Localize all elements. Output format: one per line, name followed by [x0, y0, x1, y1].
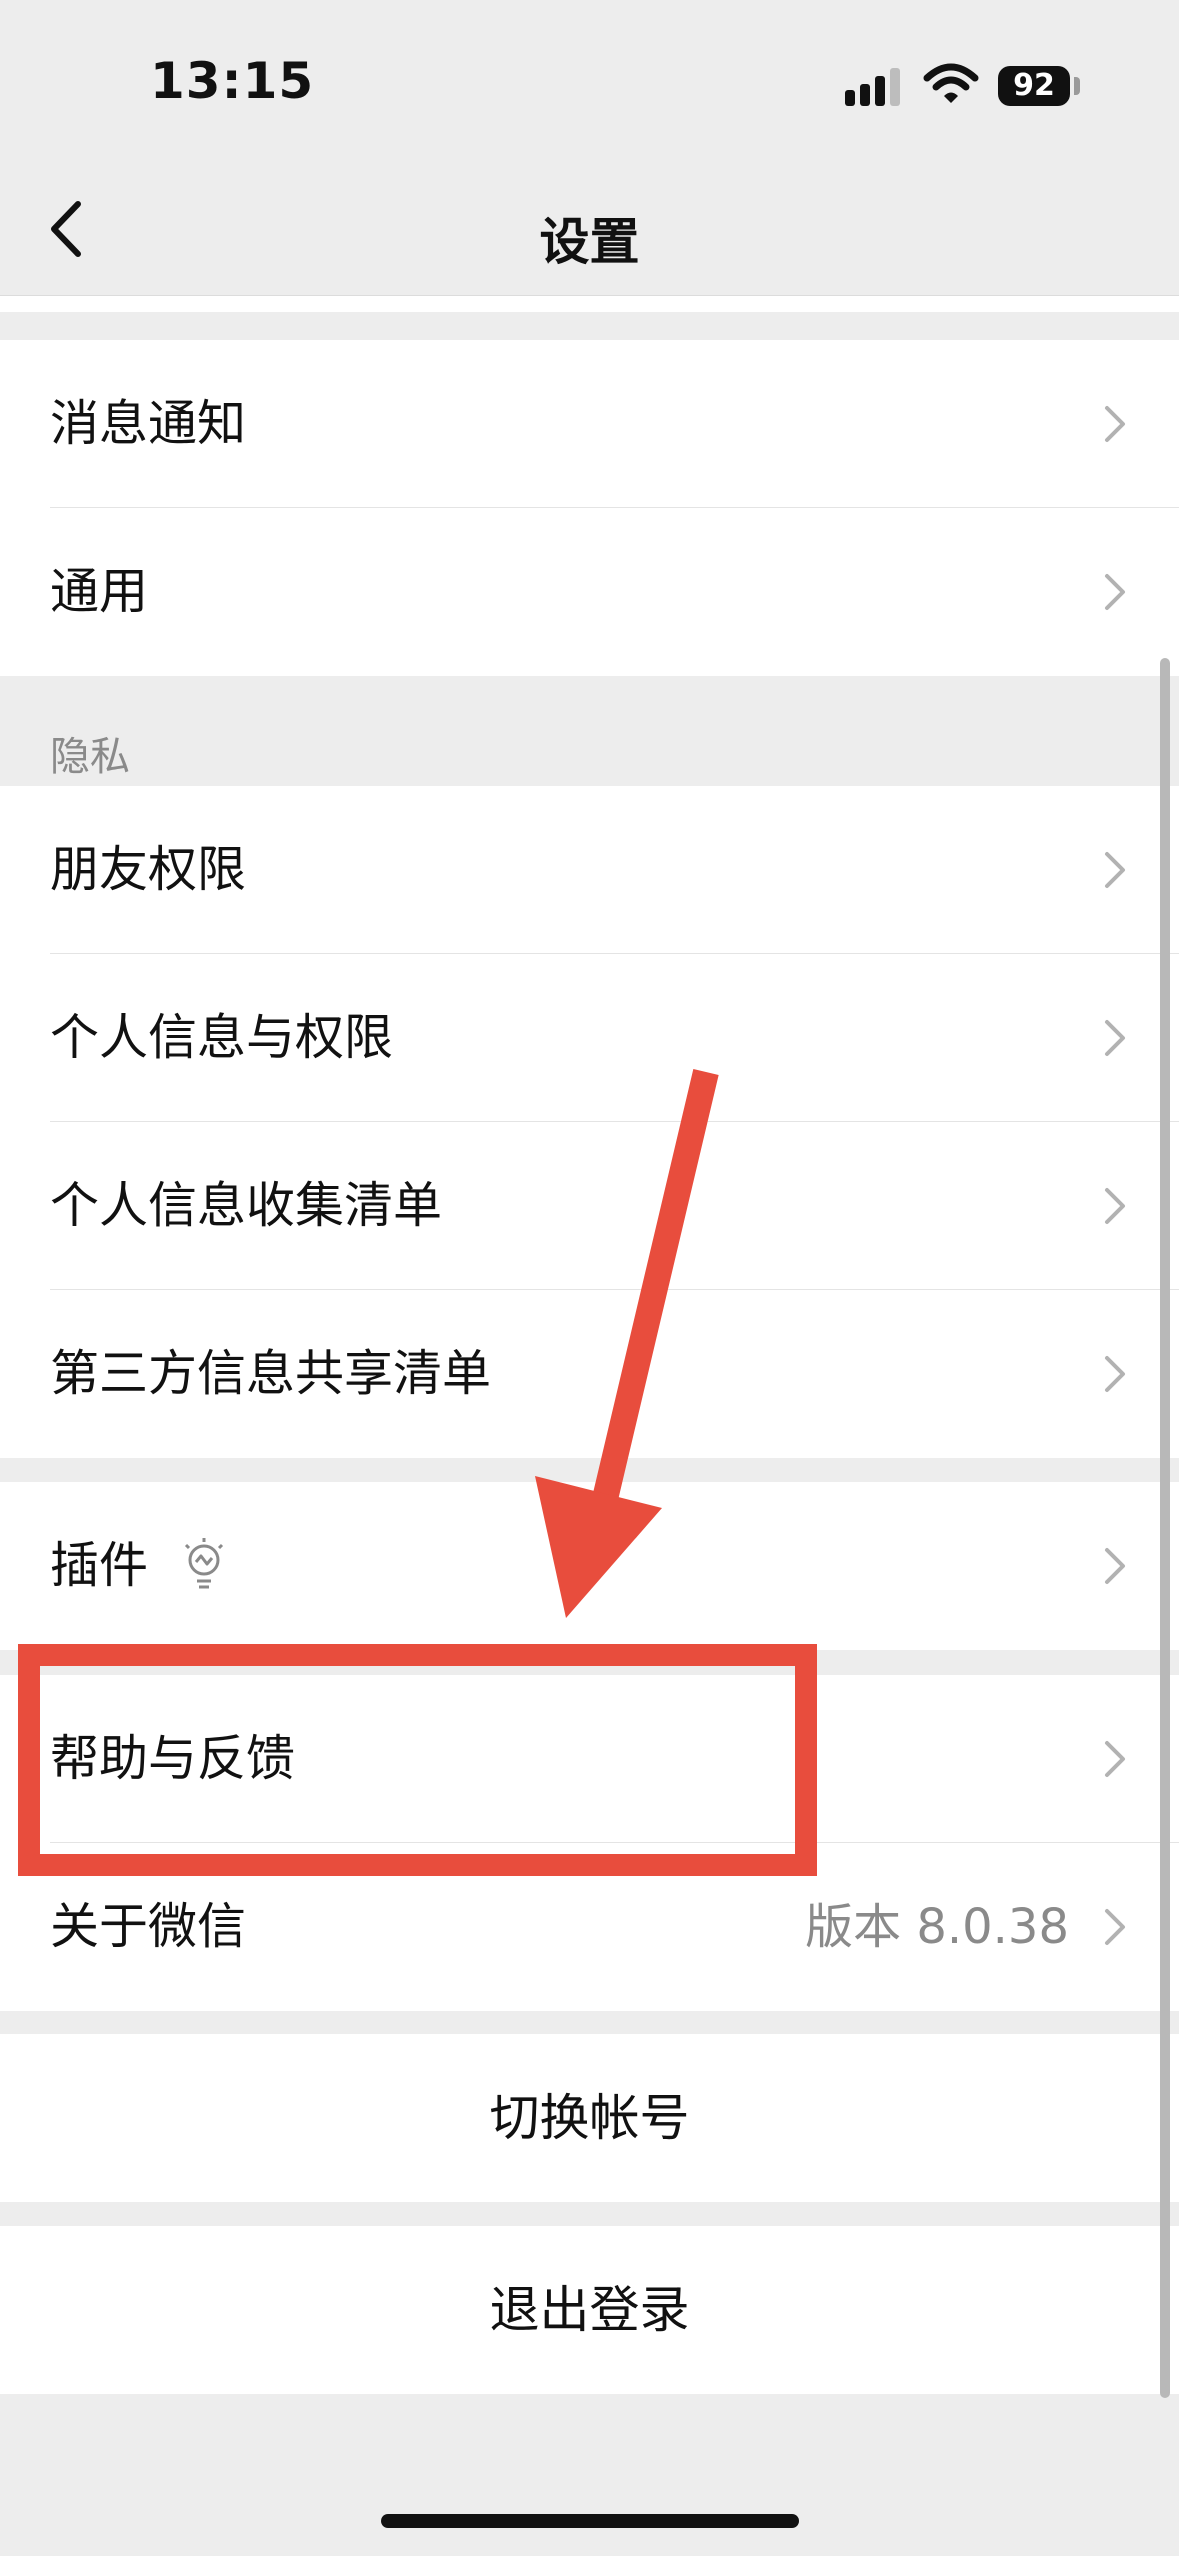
settings-row-plugins[interactable]: 插件 — [0, 1482, 1179, 1650]
settings-group-plugins: 插件 — [0, 1482, 1179, 1650]
row-label: 个人信息收集清单 — [50, 1177, 443, 1234]
row-label: 插件 — [50, 1537, 149, 1594]
chevron-right-icon — [1105, 1741, 1125, 1777]
settings-group-general: 消息通知 通用 — [0, 340, 1179, 676]
row-label: 通用 — [50, 563, 149, 620]
nav-bar: 设置 — [0, 160, 1179, 296]
version-label: 版本 8.0.38 — [805, 1899, 1069, 1955]
annotation-highlight-box — [18, 1644, 817, 1876]
chevron-right-icon — [1105, 406, 1125, 442]
settings-row-info-collection-list[interactable]: 个人信息收集清单 — [0, 1122, 1179, 1290]
row-label: 第三方信息共享清单 — [50, 1345, 492, 1402]
settings-row-third-party-sharing-list[interactable]: 第三方信息共享清单 — [0, 1290, 1179, 1458]
status-time: 13:15 — [150, 52, 315, 110]
chevron-right-icon — [1105, 1356, 1125, 1392]
chevron-right-icon — [1105, 574, 1125, 610]
switch-account-button[interactable]: 切换帐号 — [0, 2034, 1179, 2202]
chevron-right-icon — [1105, 1020, 1125, 1056]
row-label: 个人信息与权限 — [50, 1009, 394, 1066]
page-title: 设置 — [539, 213, 640, 271]
section-header-privacy: 隐私 — [50, 734, 130, 780]
settings-row-notifications[interactable]: 消息通知 — [0, 340, 1179, 508]
settings-row-general[interactable]: 通用 — [0, 508, 1179, 676]
scrollbar[interactable] — [1160, 658, 1170, 2398]
wifi-icon — [923, 63, 979, 103]
status-bar: 13:15 92 — [0, 0, 1179, 160]
battery-tip — [1074, 77, 1080, 95]
row-label: 消息通知 — [50, 395, 247, 452]
chevron-right-icon — [1105, 852, 1125, 888]
lightbulb-icon — [184, 1538, 224, 1589]
battery-icon: 92 — [998, 66, 1070, 106]
top-partial-group — [0, 296, 1179, 312]
logout-button[interactable]: 退出登录 — [0, 2226, 1179, 2394]
row-label: 朋友权限 — [50, 841, 247, 898]
chevron-right-icon — [1105, 1909, 1125, 1945]
chevron-right-icon — [1105, 1548, 1125, 1584]
settings-row-personal-info-permissions[interactable]: 个人信息与权限 — [0, 954, 1179, 1122]
chevron-right-icon — [1105, 1188, 1125, 1224]
settings-group-privacy: 朋友权限 个人信息与权限 个人信息收集清单 第三方信息共享清单 — [0, 786, 1179, 1458]
home-indicator[interactable] — [381, 2514, 799, 2528]
settings-row-friend-permissions[interactable]: 朋友权限 — [0, 786, 1179, 954]
cellular-signal-icon — [845, 66, 905, 106]
